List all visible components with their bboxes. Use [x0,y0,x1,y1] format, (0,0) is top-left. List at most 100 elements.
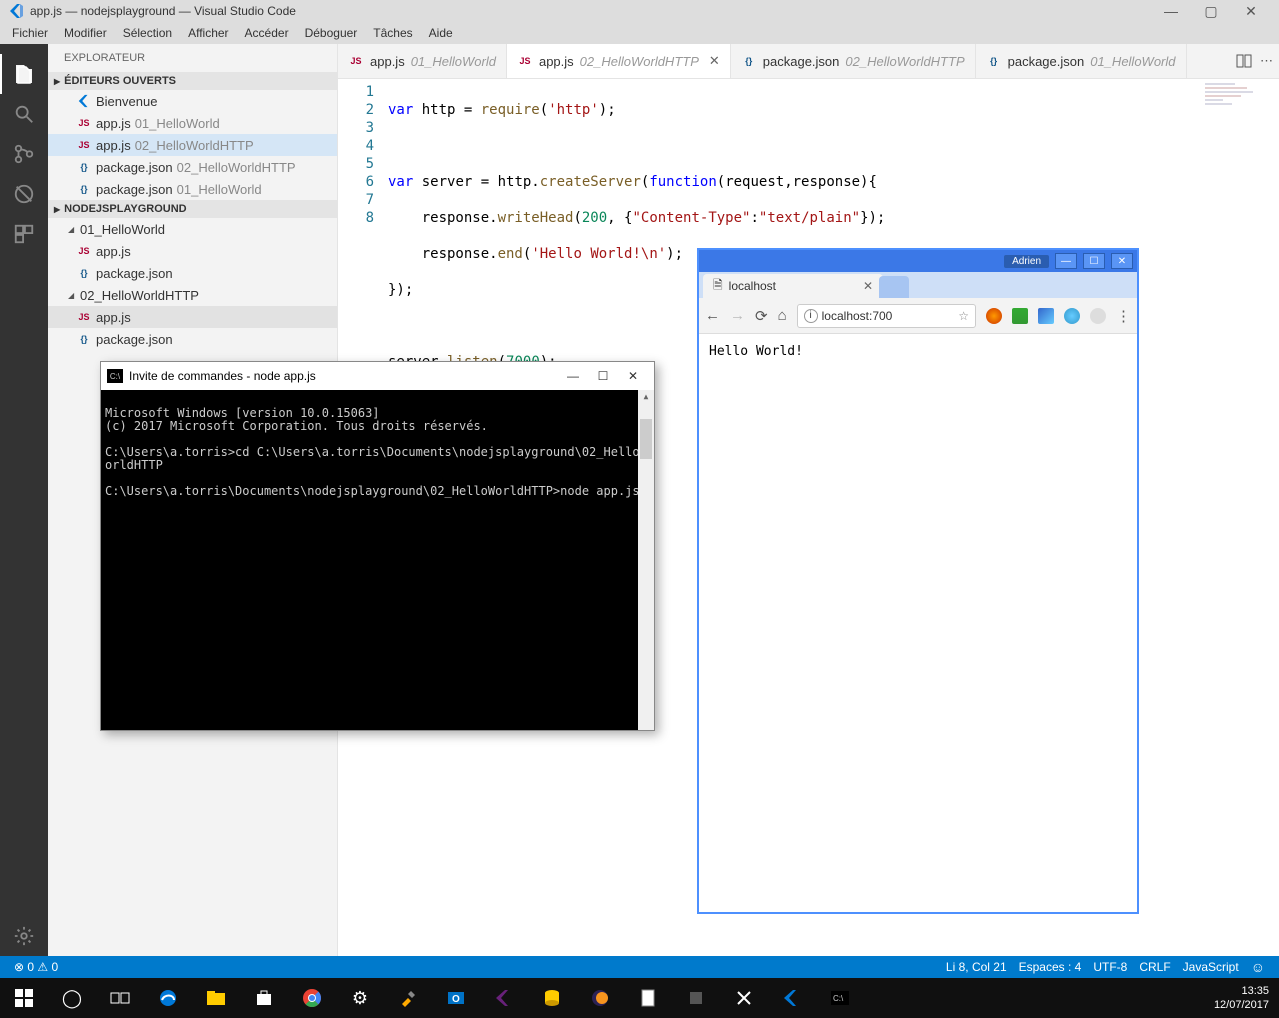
tab-appjs-01[interactable]: JSapp.js01_HelloWorld [338,44,507,78]
status-spaces[interactable]: Espaces : 4 [1013,960,1088,974]
browser-frame-top[interactable]: Adrien — ☐ ✕ [699,250,1137,272]
menu-modifier[interactable]: Modifier [56,24,115,42]
search-icon[interactable] [0,94,48,134]
chrome-icon[interactable] [288,978,336,1018]
settings-icon[interactable]: ⚙ [336,978,384,1018]
menu-selection[interactable]: Sélection [115,24,180,42]
open-editor-pkg-01[interactable]: {}package.json01_HelloWorld [48,178,337,200]
browser-window[interactable]: Adrien — ☐ ✕ 🗎 localhost ✕ ← → ⟳ ⌂ i loc… [697,248,1139,914]
tab-pkg-02[interactable]: {}package.json02_HelloWorldHTTP [731,44,976,78]
home-icon[interactable]: ⌂ [778,307,787,324]
sql-icon[interactable] [528,978,576,1018]
status-eol[interactable]: CRLF [1133,960,1176,974]
cmd-window[interactable]: C:\ Invite de commandes - node app.js — … [100,361,655,731]
explorer-icon[interactable] [0,54,48,94]
start-button[interactable] [0,978,48,1018]
more-icon[interactable]: ⋯ [1260,53,1273,69]
cmd-maximize[interactable]: ☐ [588,369,618,383]
extensions-icon[interactable] [0,214,48,254]
explorer-icon[interactable] [192,978,240,1018]
project-header[interactable]: ▶NODEJSPLAYGROUND [48,200,337,218]
cmd-taskbar-icon[interactable]: C:\ [816,978,864,1018]
vscode-taskbar-icon[interactable] [768,978,816,1018]
menu-deboguer[interactable]: Déboguer [297,24,366,42]
json-icon: {} [76,182,92,196]
build-tools-icon[interactable] [384,978,432,1018]
site-info-icon[interactable]: i [804,309,818,323]
folder-01[interactable]: ◢01_HelloWorld [48,218,337,240]
outlook-icon[interactable]: O [432,978,480,1018]
tool-icon-1[interactable] [672,978,720,1018]
notepad-icon[interactable] [624,978,672,1018]
store-icon[interactable] [240,978,288,1018]
scm-icon[interactable] [0,134,48,174]
folder-02[interactable]: ◢02_HelloWorldHTTP [48,284,337,306]
browser-maximize[interactable]: ☐ [1083,253,1105,269]
tool-icon-2[interactable] [720,978,768,1018]
cmd-body[interactable]: Microsoft Windows [version 10.0.15063] (… [101,390,654,730]
tab-close-icon[interactable]: ✕ [863,279,873,293]
settings-icon[interactable] [0,916,48,956]
open-editor-bienvenue[interactable]: Bienvenue [48,90,337,112]
minimize-button[interactable]: — [1151,3,1191,19]
vscode-icon [76,94,92,108]
extension-icon-2[interactable] [1012,308,1028,324]
debug-icon[interactable] [0,174,48,214]
menu-taches[interactable]: Tâches [365,24,420,42]
cmd-titlebar[interactable]: C:\ Invite de commandes - node app.js — … [101,362,654,390]
windows-taskbar: ◯ ⚙ O C:\ 13:35 12/07/2017 [0,978,1279,1018]
visual-studio-icon[interactable] [480,978,528,1018]
browser-close[interactable]: ✕ [1111,253,1133,269]
forward-icon[interactable]: → [730,307,745,324]
status-bar: ⊗ 0 ⚠ 0 Li 8, Col 21 Espaces : 4 UTF-8 C… [0,956,1279,978]
cmd-minimize[interactable]: — [558,369,588,383]
file-appjs-01[interactable]: JSapp.js [48,240,337,262]
feedback-icon[interactable]: ☺ [1245,959,1271,975]
new-tab-shadow[interactable] [879,276,909,298]
status-encoding[interactable]: UTF-8 [1087,960,1133,974]
url-bar[interactable]: i localhost:700 ☆ [797,304,976,328]
tab-appjs-02[interactable]: JSapp.js02_HelloWorldHTTP✕ [507,44,731,78]
file-appjs-02[interactable]: JSapp.js [48,306,337,328]
file-pkg-02[interactable]: {}package.json [48,328,337,350]
window-titlebar: app.js — nodejsplayground — Visual Studi… [0,0,1279,22]
extension-icon-1[interactable] [986,308,1002,324]
open-editors-header[interactable]: ▶ÉDITEURS OUVERTS [48,72,337,90]
close-icon[interactable]: ✕ [709,53,720,69]
browser-user-badge[interactable]: Adrien [1004,255,1049,268]
status-lang[interactable]: JavaScript [1177,960,1245,974]
menu-icon[interactable]: ⋮ [1116,307,1131,325]
tab-pkg-01[interactable]: {}package.json01_HelloWorld [976,44,1187,78]
clock-date: 12/07/2017 [1214,998,1269,1012]
task-view-icon[interactable] [96,978,144,1018]
extension-icon-4[interactable] [1064,308,1080,324]
menu-fichier[interactable]: Fichier [4,24,56,42]
browser-minimize[interactable]: — [1055,253,1077,269]
edge-icon[interactable] [144,978,192,1018]
back-icon[interactable]: ← [705,307,720,324]
clock-time: 13:35 [1214,984,1269,998]
close-button[interactable]: ✕ [1231,3,1271,20]
menu-acceder[interactable]: Accéder [237,24,297,42]
open-editor-pkg-02[interactable]: {}package.json02_HelloWorldHTTP [48,156,337,178]
system-tray[interactable]: 13:35 12/07/2017 [1204,984,1279,1012]
open-editor-appjs-02[interactable]: JSapp.js02_HelloWorldHTTP [48,134,337,156]
cortana-icon[interactable]: ◯ [48,978,96,1018]
open-editor-appjs-01[interactable]: JSapp.js01_HelloWorld [48,112,337,134]
browser-tab[interactable]: 🗎 localhost ✕ [703,274,883,298]
reload-icon[interactable]: ⟳ [755,307,768,325]
extension-icon-5[interactable] [1090,308,1106,324]
bookmark-icon[interactable]: ☆ [958,309,969,323]
cmd-scrollbar[interactable]: ▴ [638,390,654,730]
status-errors[interactable]: ⊗ 0 ⚠ 0 [8,960,64,974]
split-editor-icon[interactable] [1236,53,1252,69]
extension-icon-3[interactable] [1038,308,1054,324]
cmd-close[interactable]: ✕ [618,369,648,383]
menu-afficher[interactable]: Afficher [180,24,236,42]
file-pkg-01[interactable]: {}package.json [48,262,337,284]
eclipse-icon[interactable] [576,978,624,1018]
status-linecol[interactable]: Li 8, Col 21 [940,960,1013,974]
maximize-button[interactable]: ▢ [1191,3,1231,20]
menu-aide[interactable]: Aide [421,24,461,42]
minimap[interactable] [1205,83,1265,113]
